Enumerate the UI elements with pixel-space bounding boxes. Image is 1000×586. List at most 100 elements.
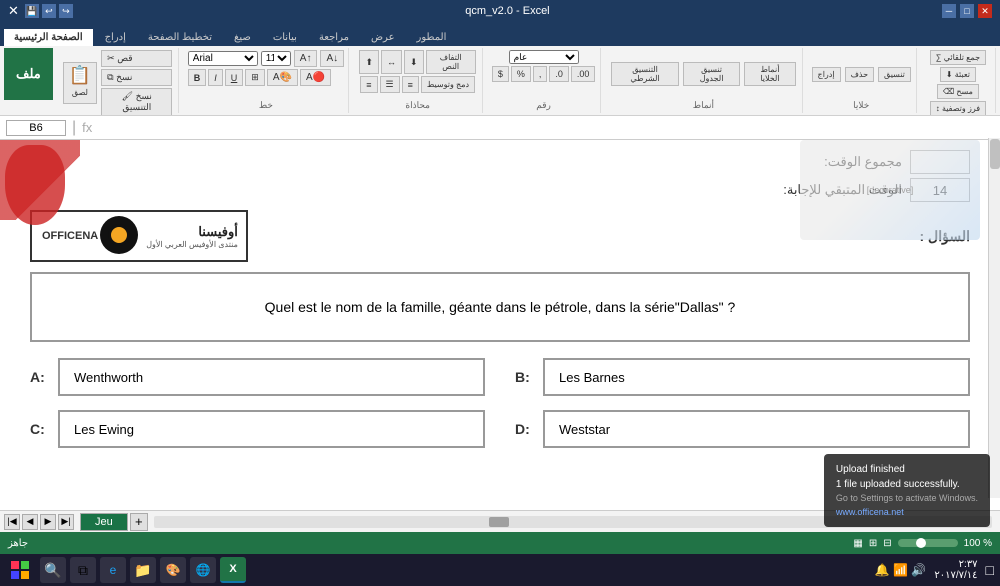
taskbar-notification-icon[interactable]: □: [986, 562, 994, 578]
fill-btn[interactable]: ⬇ تعبئة: [940, 67, 976, 82]
minimize-btn[interactable]: ─: [942, 4, 956, 18]
redo-quick-btn[interactable]: ↪: [59, 4, 73, 18]
taskbar-task-view-btn[interactable]: ⧉: [70, 557, 96, 583]
start-button[interactable]: [6, 556, 34, 584]
bold-btn[interactable]: B: [188, 69, 207, 86]
tab-view[interactable]: عرض: [361, 29, 405, 46]
status-bar: جاهز ▦ ⊞ ⊟ 100 %: [0, 532, 1000, 554]
align-right-btn[interactable]: ≡: [402, 76, 419, 93]
sheet-tab-jeu[interactable]: Jeu: [80, 513, 128, 531]
ribbon-toolbar: ملف 📋لصق ✂ قص ⧉ نسخ 🖌 نسخ التنسيق الحافظ…: [0, 46, 1000, 116]
tab-review[interactable]: مراجعة: [309, 29, 359, 46]
taskbar-chrome-btn[interactable]: 🌐: [190, 557, 216, 583]
sort-filter-btn[interactable]: ↕ فرز وتصفية: [930, 101, 986, 116]
zoom-thumb: [916, 538, 926, 548]
answer-box-a[interactable]: Wenthworth: [58, 358, 485, 396]
cut-btn[interactable]: ✂ قص: [101, 50, 172, 67]
person-illustration: [0, 140, 150, 230]
answer-box-c[interactable]: Les Ewing: [58, 410, 485, 448]
taskbar-paint-btn[interactable]: 🎨: [160, 557, 186, 583]
answer-text-c: Les Ewing: [74, 422, 134, 437]
delete-cells-btn[interactable]: حذف: [845, 67, 874, 82]
cut-copy-group: ✂ قص ⧉ نسخ 🖌 نسخ التنسيق: [101, 50, 172, 116]
italic-btn[interactable]: I: [208, 69, 223, 86]
h-scroll-thumb[interactable]: [489, 517, 509, 527]
status-left: جاهز: [8, 538, 28, 549]
cell-styles-btn[interactable]: أنماط الخلايا: [744, 62, 795, 86]
merge-center-btn[interactable]: دمج وتوسيط: [421, 76, 475, 93]
tab-data[interactable]: بيانات: [263, 29, 307, 46]
number-format-select[interactable]: عام: [509, 50, 579, 64]
ready-label: جاهز: [8, 538, 28, 549]
decrease-decimal-btn[interactable]: .00: [571, 66, 596, 82]
layout-break-btn[interactable]: ⊟: [883, 538, 891, 549]
format-cells-btn[interactable]: تنسيق: [878, 67, 911, 82]
align-center-btn[interactable]: ☰: [380, 76, 400, 93]
currency-btn[interactable]: $: [492, 66, 509, 82]
number-format-row: $ % , .0 .00: [492, 66, 596, 82]
sheet-nav-prev[interactable]: ◀: [22, 514, 38, 530]
decrease-font-btn[interactable]: A↓: [320, 50, 344, 67]
close-btn[interactable]: ✕: [978, 4, 992, 18]
answer-box-d[interactable]: Weststar: [543, 410, 970, 448]
conditional-format-btn[interactable]: التنسيق الشرطي: [611, 62, 679, 86]
fill-color-btn[interactable]: A🎨: [267, 69, 298, 86]
taskbar-excel-btn[interactable]: X: [220, 557, 246, 583]
increase-decimal-btn[interactable]: .0: [549, 66, 569, 82]
align-bottom-btn[interactable]: ⬇: [404, 50, 424, 74]
undo-quick-btn[interactable]: ↩: [42, 4, 56, 18]
cells-section: إدراج حذف تنسيق خلايا: [807, 48, 917, 113]
font-size-select[interactable]: 11: [261, 51, 291, 66]
taskbar-search-btn[interactable]: 🔍: [40, 557, 66, 583]
align-middle-btn[interactable]: ↔: [381, 50, 402, 74]
tab-insert[interactable]: إدراج: [95, 29, 136, 46]
layout-normal-btn[interactable]: ▦: [853, 538, 862, 549]
taskbar-edge-btn[interactable]: e: [100, 557, 126, 583]
font-section: Arial 11 A↑ A↓ B I U ⊞ A🎨 A🔴 خط: [183, 48, 349, 113]
sheet-nav-last[interactable]: ▶|: [58, 514, 74, 530]
format-painter-btn[interactable]: 🖌 نسخ التنسيق: [101, 88, 172, 116]
zoom-level: 100 %: [964, 538, 992, 549]
file-menu-btn[interactable]: ملف: [4, 48, 53, 100]
answer-row-c: C: Les Ewing: [30, 410, 485, 448]
copy-btn[interactable]: ⧉ نسخ: [101, 69, 172, 86]
autosum-btn[interactable]: ∑ جمع تلقائي: [930, 50, 986, 65]
tab-formulas[interactable]: صيغ: [224, 29, 261, 46]
tab-home[interactable]: الصفحة الرئيسية: [4, 29, 93, 46]
underline-btn[interactable]: U: [225, 69, 244, 86]
sheet-nav: |◀ ◀ ▶ ▶|: [4, 514, 74, 530]
sheet-nav-next[interactable]: ▶: [40, 514, 56, 530]
insert-cells-btn[interactable]: إدراج: [812, 67, 841, 82]
save-quick-btn[interactable]: 💾: [25, 4, 39, 18]
vertical-scrollbar[interactable]: [988, 138, 1000, 498]
border-btn[interactable]: ⊞: [245, 69, 265, 86]
taskbar-explorer-btn[interactable]: 📁: [130, 557, 156, 583]
scroll-thumb[interactable]: [990, 139, 1000, 169]
align-left-btn[interactable]: ≡: [360, 76, 377, 93]
percent-btn[interactable]: %: [511, 66, 531, 82]
layout-page-btn[interactable]: ⊞: [869, 538, 877, 549]
comma-btn[interactable]: ,: [533, 66, 548, 82]
wrap-text-btn[interactable]: التفاف النص: [426, 50, 476, 74]
format-table-btn[interactable]: تنسيق الجدول: [683, 62, 740, 86]
tab-developer[interactable]: المطور: [407, 29, 457, 46]
font-color-btn[interactable]: A🔴: [300, 69, 331, 86]
answer-label-d: D:: [515, 421, 535, 437]
answer-box-b[interactable]: Les Barnes: [543, 358, 970, 396]
clear-btn[interactable]: ⌫ مسح: [937, 84, 979, 99]
restore-btn[interactable]: □: [960, 4, 974, 18]
formula-input[interactable]: [98, 122, 994, 134]
answer-row-a: A: Wenthworth: [30, 358, 485, 396]
font-name-select[interactable]: Arial: [188, 51, 258, 66]
increase-font-btn[interactable]: A↑: [294, 50, 318, 67]
align-top-btn[interactable]: ⬆: [359, 50, 379, 74]
sheet-nav-first[interactable]: |◀: [4, 514, 20, 530]
cells-label: خلايا: [853, 100, 869, 111]
cell-reference[interactable]: B6: [6, 120, 66, 136]
zoom-slider[interactable]: [898, 539, 958, 547]
tab-layout[interactable]: تخطيط الصفحة: [138, 29, 222, 46]
paste-btn[interactable]: 📋لصق: [63, 62, 97, 104]
question-text: Quel est le nom de la famille, géante da…: [265, 299, 736, 315]
sheet-add-btn[interactable]: +: [130, 513, 148, 531]
answer-label-c: C:: [30, 421, 50, 437]
